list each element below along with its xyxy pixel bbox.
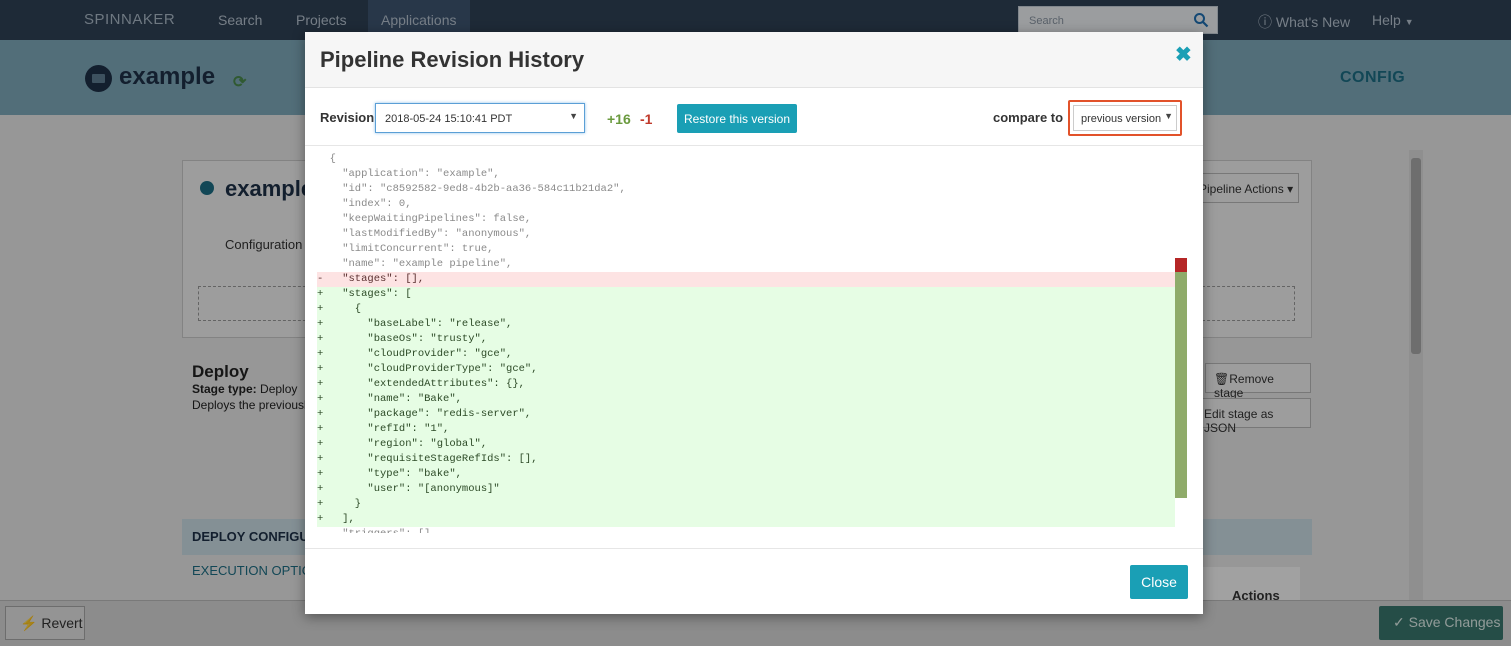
diff-line-added: + "baseOs": "trusty", xyxy=(317,332,1175,347)
diff-line-added: + "user": "[anonymous]" xyxy=(317,482,1175,497)
diff-line-added: + } xyxy=(317,497,1175,512)
chevron-down-icon: ▼ xyxy=(569,111,578,121)
diff-line-added: + ], xyxy=(317,512,1175,527)
compare-select[interactable]: previous version ▼ xyxy=(1068,100,1182,136)
diff-line-added: + "refId": "1", xyxy=(317,422,1175,437)
modal-footer xyxy=(305,548,1203,614)
compare-label: compare to xyxy=(993,110,1064,125)
diff-line: "index": 0, xyxy=(317,198,412,210)
diff-line: "keepWaitingPipelines": false, xyxy=(317,213,532,225)
diff-line-added: + "name": "Bake", xyxy=(317,392,1175,407)
chevron-down-icon: ▼ xyxy=(1164,111,1173,121)
diff-line-added: + "package": "redis-server", xyxy=(317,407,1175,422)
additions-count: +16 xyxy=(607,111,631,127)
diff-line-added: + "cloudProvider": "gce", xyxy=(317,347,1175,362)
diff-viewer[interactable]: { "application": "example", "id": "c8592… xyxy=(305,145,1203,533)
close-button[interactable]: Close xyxy=(1130,565,1188,599)
close-icon[interactable]: ✖ xyxy=(1175,42,1192,67)
modal-title: Pipeline Revision History xyxy=(320,47,585,72)
diff-line-added: + "type": "bake", xyxy=(317,467,1175,482)
diff-line-removed: - "stages": [], xyxy=(317,272,1175,287)
diff-line-added: + "cloudProviderType": "gce", xyxy=(317,362,1175,377)
modal-header: Pipeline Revision History ✖ xyxy=(305,32,1203,88)
diff-gutter-addition xyxy=(1175,272,1187,498)
diff-line: "lastModifiedBy": "anonymous", xyxy=(317,228,532,240)
deletions-count: -1 xyxy=(640,111,653,127)
diff-line-added: + "requisiteStageRefIds": [], xyxy=(317,452,1175,467)
diff-line: "triggers": [] xyxy=(317,527,1175,533)
diff-line: "application": "example", xyxy=(317,168,500,180)
diff-line-added: + "region": "global", xyxy=(317,437,1175,452)
revision-value: 2018-05-24 15:10:41 PDT xyxy=(385,113,513,125)
diff-line: "limitConcurrent": true, xyxy=(317,243,494,255)
diff-line: { xyxy=(317,153,336,165)
revision-select[interactable]: 2018-05-24 15:10:41 PDT ▼ xyxy=(375,103,585,133)
diff-line: "id": "c8592582-9ed8-4b2b-aa36-584c11b21… xyxy=(317,183,626,195)
diff-line: "name": "example pipeline", xyxy=(317,258,513,270)
compare-value: previous version xyxy=(1081,113,1162,125)
diff-line-added: + { xyxy=(317,302,1175,317)
diff-line-added: + "extendedAttributes": {}, xyxy=(317,377,1175,392)
diff-line-added: + "stages": [ xyxy=(317,287,1175,302)
revision-label: Revision xyxy=(320,110,375,125)
diff-gutter-deletion xyxy=(1175,258,1187,272)
diff-line-added: + "baseLabel": "release", xyxy=(317,317,1175,332)
restore-version-button[interactable]: Restore this version xyxy=(677,104,797,133)
compare-select-field[interactable]: previous version ▼ xyxy=(1073,105,1177,131)
revision-history-modal: Pipeline Revision History ✖ Revision 201… xyxy=(305,32,1203,614)
